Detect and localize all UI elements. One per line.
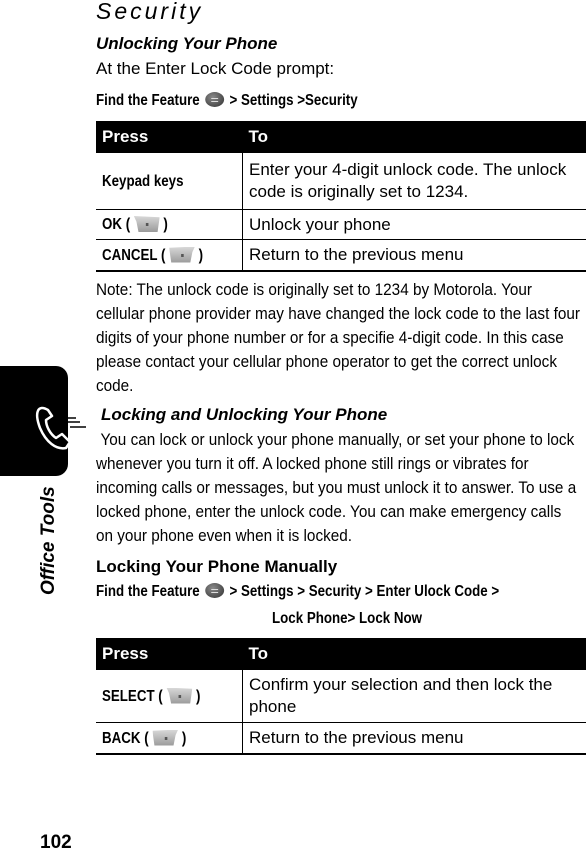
page-title: Security bbox=[96, 0, 203, 25]
press-cell: OK ( ) bbox=[96, 210, 243, 240]
key-label: SELECT ( ) bbox=[102, 686, 200, 708]
section-heading-locking-unlocking: Locking and Unlocking Your Phone bbox=[101, 405, 387, 425]
table-row: CANCEL ( ) Return to the previous menu bbox=[96, 240, 586, 272]
intro-text: At the Enter Lock Code prompt: bbox=[96, 57, 334, 81]
table-row: SELECT ( ) Confirm your selection and th… bbox=[96, 670, 586, 723]
feature-path: > Settings >Security bbox=[229, 92, 357, 109]
column-header-to: To bbox=[243, 638, 586, 670]
section-heading-unlocking: Unlocking Your Phone bbox=[96, 34, 277, 54]
table-header-row: Press To bbox=[96, 121, 586, 153]
column-header-to: To bbox=[243, 121, 586, 153]
action-cell: Unlock your phone bbox=[243, 210, 586, 240]
lock-key-table: Press To SELECT ( ) Confirm your selecti… bbox=[96, 638, 586, 755]
press-cell: SELECT ( ) bbox=[96, 670, 243, 723]
find-feature-label: Find the Feature bbox=[96, 583, 200, 600]
table-row: BACK ( ) Return to the previous menu bbox=[96, 723, 586, 755]
feature-path: > Settings > Security > Enter Ulock Code… bbox=[229, 583, 499, 600]
left-soft-key-icon bbox=[134, 216, 160, 232]
right-soft-key-icon bbox=[152, 730, 178, 746]
action-cell: Enter your 4-digit unlock code. The unlo… bbox=[243, 153, 586, 210]
table-row: Keypad keys Enter your 4-digit unlock co… bbox=[96, 153, 586, 210]
menu-key-icon bbox=[205, 583, 224, 598]
unlock-key-table: Press To Keypad keys Enter your 4-digit … bbox=[96, 121, 586, 272]
key-label: Keypad keys bbox=[102, 171, 184, 193]
action-cell: Confirm your selection and then lock the… bbox=[243, 670, 586, 723]
section-tab bbox=[0, 366, 68, 476]
table-row: OK ( ) Unlock your phone bbox=[96, 210, 586, 240]
action-cell: Return to the previous menu bbox=[243, 240, 586, 272]
press-cell: CANCEL ( ) bbox=[96, 240, 243, 272]
note-text: Note: The unlock code is originally set … bbox=[96, 278, 582, 398]
find-feature-label: Find the Feature bbox=[96, 92, 200, 109]
left-soft-key-icon bbox=[166, 688, 192, 704]
key-label: OK ( ) bbox=[102, 214, 168, 236]
right-soft-key-icon bbox=[169, 247, 195, 263]
action-cell: Return to the previous menu bbox=[243, 723, 586, 755]
menu-key-icon bbox=[205, 92, 224, 107]
key-label: CANCEL ( ) bbox=[102, 245, 203, 267]
press-cell: BACK ( ) bbox=[96, 723, 243, 755]
feature-path-continued: Lock Phone> Lock Now bbox=[272, 610, 422, 628]
locking-body-text: You can lock or unlock your phone manual… bbox=[96, 428, 582, 548]
column-header-press: Press bbox=[96, 121, 243, 153]
table-header-row: Press To bbox=[96, 638, 586, 670]
section-tab-label: Office Tools bbox=[38, 486, 60, 595]
find-feature-path: Find the Feature > Settings > Security >… bbox=[96, 583, 499, 601]
key-label: BACK ( ) bbox=[102, 728, 186, 750]
section-heading-locking-manually: Locking Your Phone Manually bbox=[96, 557, 337, 577]
phone-handset-icon bbox=[0, 366, 68, 476]
column-header-press: Press bbox=[96, 638, 243, 670]
find-feature-path: Find the Feature > Settings >Security bbox=[96, 92, 358, 110]
press-cell: Keypad keys bbox=[96, 153, 243, 210]
